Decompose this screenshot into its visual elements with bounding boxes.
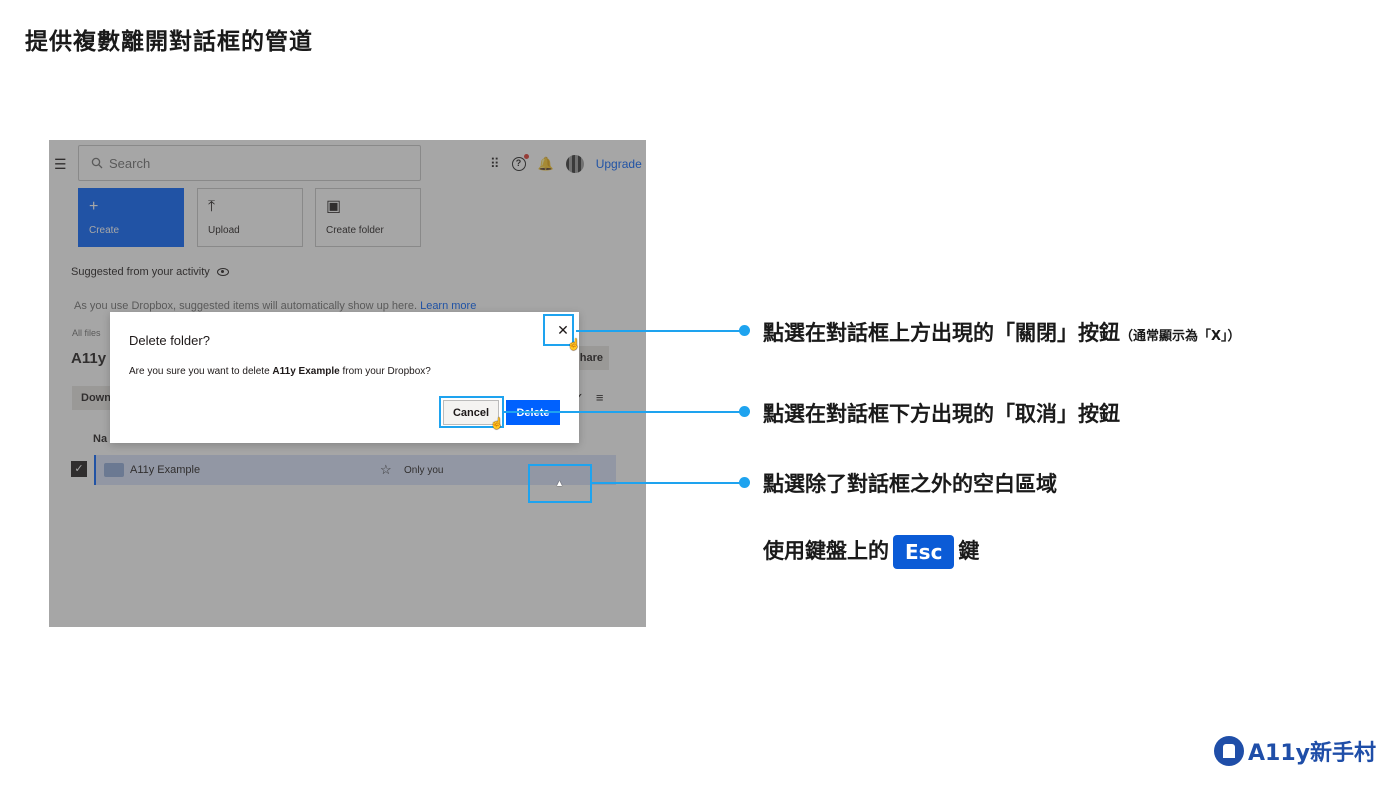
dialog-title: Delete folder? [129,333,210,348]
connector-dot [739,477,750,488]
brand-name: A11y新手村 [1248,741,1376,766]
brand-logo: A11y新手村 [1214,735,1376,767]
hand-cursor-icon: ☝ [490,418,504,430]
callout-cancel: 點選在對話框下方出現的「取消」按鈕 [763,402,1120,426]
dialog-body: Are you sure you want to delete A11y Exa… [129,366,431,377]
delete-folder-dialog: Delete folder? Are you sure you want to … [110,312,579,443]
connector-cancel [504,411,744,413]
connector-dot [739,325,750,336]
connector-close [576,330,744,332]
connector-outside [592,482,744,484]
dropbox-screenshot: ☰ Search ⠿ ? 🔔 Upgrade + Create ⤒ Upload… [49,140,646,627]
hand-cursor-icon: ☝ [567,339,581,351]
callout-close: 點選在對話框上方出現的「關閉」按鈕（通常顯示為「X」） [763,321,1241,345]
callout-close-note: （通常顯示為「X」） [1120,329,1241,344]
callout-outside: 點選除了對話框之外的空白區域 [763,472,1057,496]
page-title: 提供複數離開對話框的管道 [25,29,313,55]
connector-dot [739,406,750,417]
callout-esc: 使用鍵盤上的 Esc 鍵 [763,535,979,569]
pointer-cursor-icon: ▲ [555,478,564,488]
brand-mark-icon [1214,736,1244,766]
esc-key: Esc [893,535,955,569]
